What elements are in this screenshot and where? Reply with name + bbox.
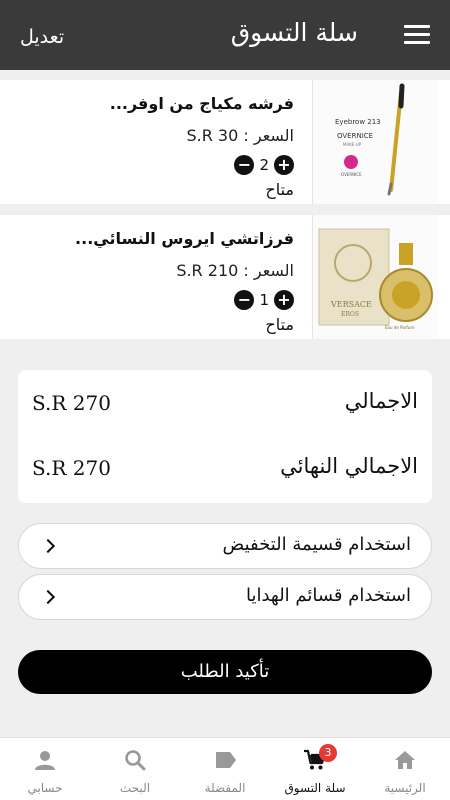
cart-item[interactable]: VERSACE EROS Eau de Parfum فرزاتشي ايروس… [0,215,450,339]
order-totals-card: الاجمالي S.R 270 الاجمالي النهائي S.R 27… [18,370,432,503]
quantity-stepper: + 2 − [14,154,294,176]
final-total-label: الاجمالي النهائي [280,454,418,478]
search-icon [125,750,146,771]
tab-favorites[interactable]: المفضلة [180,738,270,800]
availability-status: متاح [265,315,294,334]
tab-account[interactable]: حسابي [0,738,90,800]
item-name[interactable]: فرزاتشي ايروس النسائي... [14,225,294,253]
edit-button[interactable]: تعديل [20,26,64,48]
plus-icon[interactable]: + [274,155,294,175]
plus-icon[interactable]: + [274,290,294,310]
svg-text:MAKE-UP: MAKE-UP [343,142,362,147]
tab-account-label: حسابي [27,781,63,795]
tag-icon [216,752,236,768]
brush-product-image: Eyebrow 213 OVERNICE MAKE-UP OVERNICE [313,80,438,204]
availability-status: متاح [265,180,294,199]
svg-text:Eyebrow 213: Eyebrow 213 [335,118,381,126]
page-title: سلة التسوق [230,18,358,47]
minus-icon[interactable]: − [234,155,255,175]
tab-favorites-label: المفضلة [204,781,246,795]
discount-coupon-button[interactable]: استخدام قسيمة التخفيض [18,523,432,569]
svg-text:OVERNICE: OVERNICE [341,172,362,177]
svg-text:EROS: EROS [341,311,359,318]
item-info: فرزاتشي ايروس النسائي... السعر : S.R 210… [14,225,294,337]
item-info: فرشه مكياج من اوفر... السعر : S.R 30 + 2… [14,90,294,202]
tab-home[interactable]: الرئيسية [360,738,450,800]
svg-text:OVERNICE: OVERNICE [337,132,373,140]
cart-item[interactable]: Eyebrow 213 OVERNICE MAKE-UP OVERNICE فر… [0,80,450,204]
quantity-stepper: + 1 − [14,289,294,311]
item-price: السعر : S.R 210 [176,261,294,280]
total-row: الاجمالي S.R 270 [18,385,432,425]
item-name[interactable]: فرشه مكياج من اوفر... [14,90,294,118]
quantity-value: 1 [259,291,269,309]
chevron-left-icon [40,538,56,554]
tab-cart-label: سلة التسوق [284,781,346,795]
user-icon [35,751,55,770]
tab-search-label: البحث [119,781,151,795]
quantity-value: 2 [259,156,269,174]
confirm-order-button[interactable]: تأكيد الطلب [18,650,432,694]
gift-voucher-button[interactable]: استخدام قسائم الهدايا [18,574,432,620]
bottom-tab-bar: الرئيسية 3 سلة التسوق المفضلة البحث حساب… [0,737,450,800]
minus-icon[interactable]: − [234,290,255,310]
tab-cart[interactable]: 3 سلة التسوق [270,738,360,800]
final-total-value: S.R 270 [32,456,111,480]
top-app-bar: تعديل سلة التسوق [0,0,450,70]
total-label: الاجمالي [344,389,418,413]
total-value: S.R 270 [32,391,111,415]
tab-search[interactable]: البحث [90,738,180,800]
home-icon [395,751,415,769]
svg-text:Eau de Parfum: Eau de Parfum [385,325,414,330]
gift-voucher-label: استخدام قسائم الهدايا [245,585,411,606]
menu-icon[interactable] [404,25,430,45]
chevron-left-icon [40,589,56,605]
tab-home-label: الرئيسية [384,781,426,795]
svg-text:VERSACE: VERSACE [330,300,372,309]
final-total-row: الاجمالي النهائي S.R 270 [18,450,432,490]
product-image[interactable]: Eyebrow 213 OVERNICE MAKE-UP OVERNICE [312,80,438,204]
discount-coupon-label: استخدام قسيمة التخفيض [222,534,411,555]
cart-count-badge: 3 [319,744,337,762]
item-price: السعر : S.R 30 [186,126,294,145]
product-image[interactable]: VERSACE EROS Eau de Parfum [312,215,438,339]
perfume-product-image: VERSACE EROS Eau de Parfum [313,215,438,339]
